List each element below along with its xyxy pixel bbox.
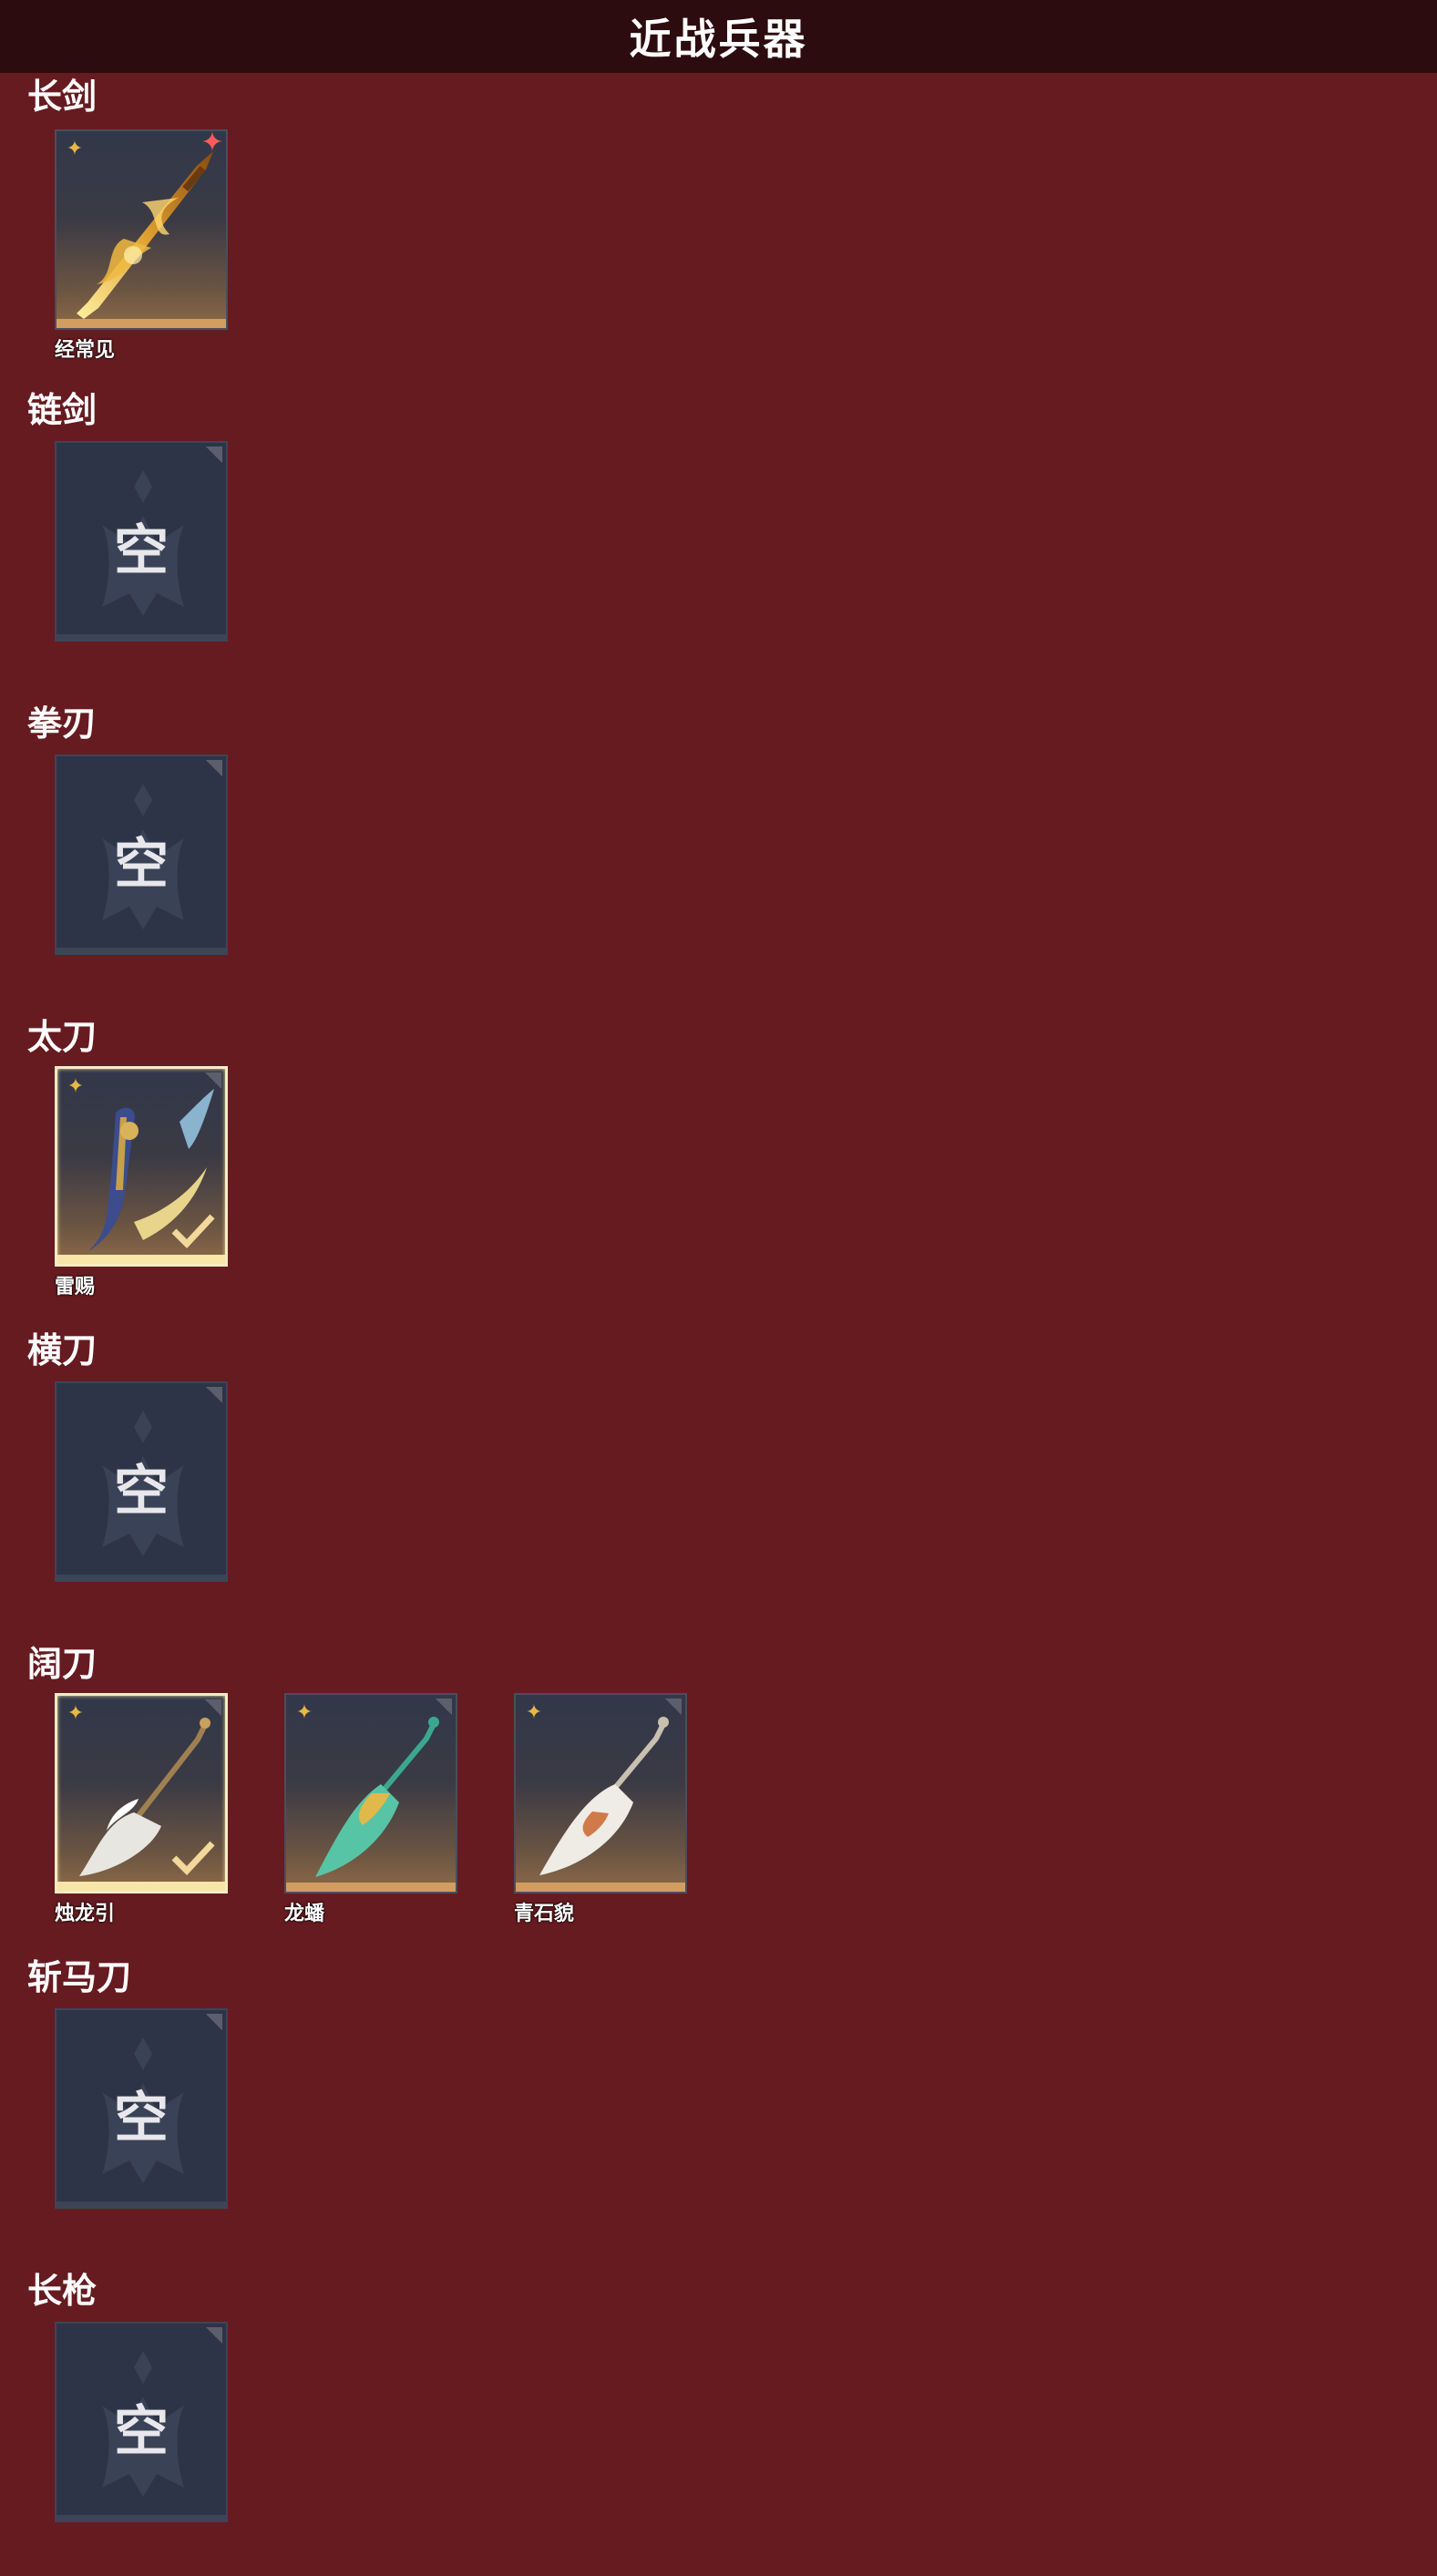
slot-bar — [56, 634, 226, 640]
weapon-name: 青石貌 — [514, 1903, 575, 1925]
empty-card[interactable]: 空 — [55, 1381, 228, 1582]
corner-mark-icon — [206, 1387, 222, 1403]
weapon-card-equipped[interactable]: ✦ — [55, 1066, 228, 1267]
weapon-card[interactable]: ✦ — [284, 1693, 457, 1894]
empty-label: 空 — [114, 833, 169, 897]
jade-dragon-blade-icon — [315, 1717, 439, 1877]
weapon-slot[interactable]: ✦ 烛龙引 — [55, 1693, 228, 1925]
section-title: 链剑 — [27, 390, 98, 430]
corner-mark-icon — [206, 2327, 222, 2344]
slot-bar — [56, 948, 226, 953]
corner-mark-icon — [206, 2014, 222, 2030]
golden-sword-icon — [77, 151, 213, 319]
white-beast-blade-icon — [539, 1717, 669, 1875]
rarity-bar — [56, 319, 226, 328]
weapon-name: 经常见 — [55, 339, 116, 362]
section-title: 长枪 — [27, 2271, 98, 2311]
page-title: 近战兵器 — [629, 15, 808, 64]
section-title: 太刀 — [27, 1017, 98, 1057]
weapon-card[interactable]: ✦ — [514, 1693, 687, 1894]
header-bar: 近战兵器 — [0, 0, 1437, 73]
weapon-card-equipped[interactable]: ✦ — [55, 1693, 228, 1894]
empty-card[interactable]: 空 — [55, 2322, 228, 2522]
weapon-card[interactable]: ✦ ✦ — [55, 128, 228, 330]
weapon-slot[interactable]: ✦ 青石貌 — [514, 1693, 687, 1925]
slot-bar — [56, 2515, 226, 2520]
empty-card[interactable]: 空 — [55, 754, 228, 955]
slot-bar — [56, 1575, 226, 1580]
check-icon — [171, 1841, 215, 1876]
corner-mark-icon — [206, 760, 222, 776]
weapon-slot[interactable]: ✦ ✦ 经常见 — [55, 128, 228, 362]
empty-label: 空 — [114, 519, 169, 583]
weapon-slot-empty[interactable]: 空 — [55, 2322, 228, 2522]
weapon-slot-empty[interactable]: 空 — [55, 2008, 228, 2209]
section-title: 横刀 — [27, 1330, 98, 1370]
empty-label: 空 — [114, 2400, 169, 2464]
empty-label: 空 — [114, 2087, 169, 2150]
section-title: 长剑 — [27, 77, 98, 117]
empty-label: 空 — [114, 1460, 169, 1524]
rarity-bar — [286, 1883, 456, 1892]
weapon-name: 烛龙引 — [55, 1903, 116, 1925]
slot-bar — [56, 2201, 226, 2207]
corner-mark-icon — [206, 446, 222, 463]
weapon-name: 龙蟠 — [284, 1903, 325, 1925]
weapon-slot[interactable]: ✦ 雷赐 — [55, 1066, 228, 1298]
section-title: 斩马刀 — [27, 1957, 132, 1997]
weapon-slot-empty[interactable]: 空 — [55, 441, 228, 641]
weapon-slot-empty[interactable]: 空 — [55, 754, 228, 955]
empty-card[interactable]: 空 — [55, 2008, 228, 2209]
rarity-bar — [516, 1883, 685, 1892]
weapon-slot[interactable]: ✦ 龙蟠 — [284, 1693, 457, 1925]
rarity-bar — [57, 1255, 225, 1264]
empty-card[interactable]: 空 — [55, 441, 228, 641]
check-icon — [171, 1214, 215, 1249]
section-title: 拳刃 — [27, 703, 98, 744]
section-title: 阔刀 — [27, 1644, 98, 1684]
weapon-slot-empty[interactable]: 空 — [55, 1381, 228, 1582]
weapon-name: 雷赐 — [55, 1276, 96, 1298]
rarity-bar — [57, 1882, 225, 1891]
